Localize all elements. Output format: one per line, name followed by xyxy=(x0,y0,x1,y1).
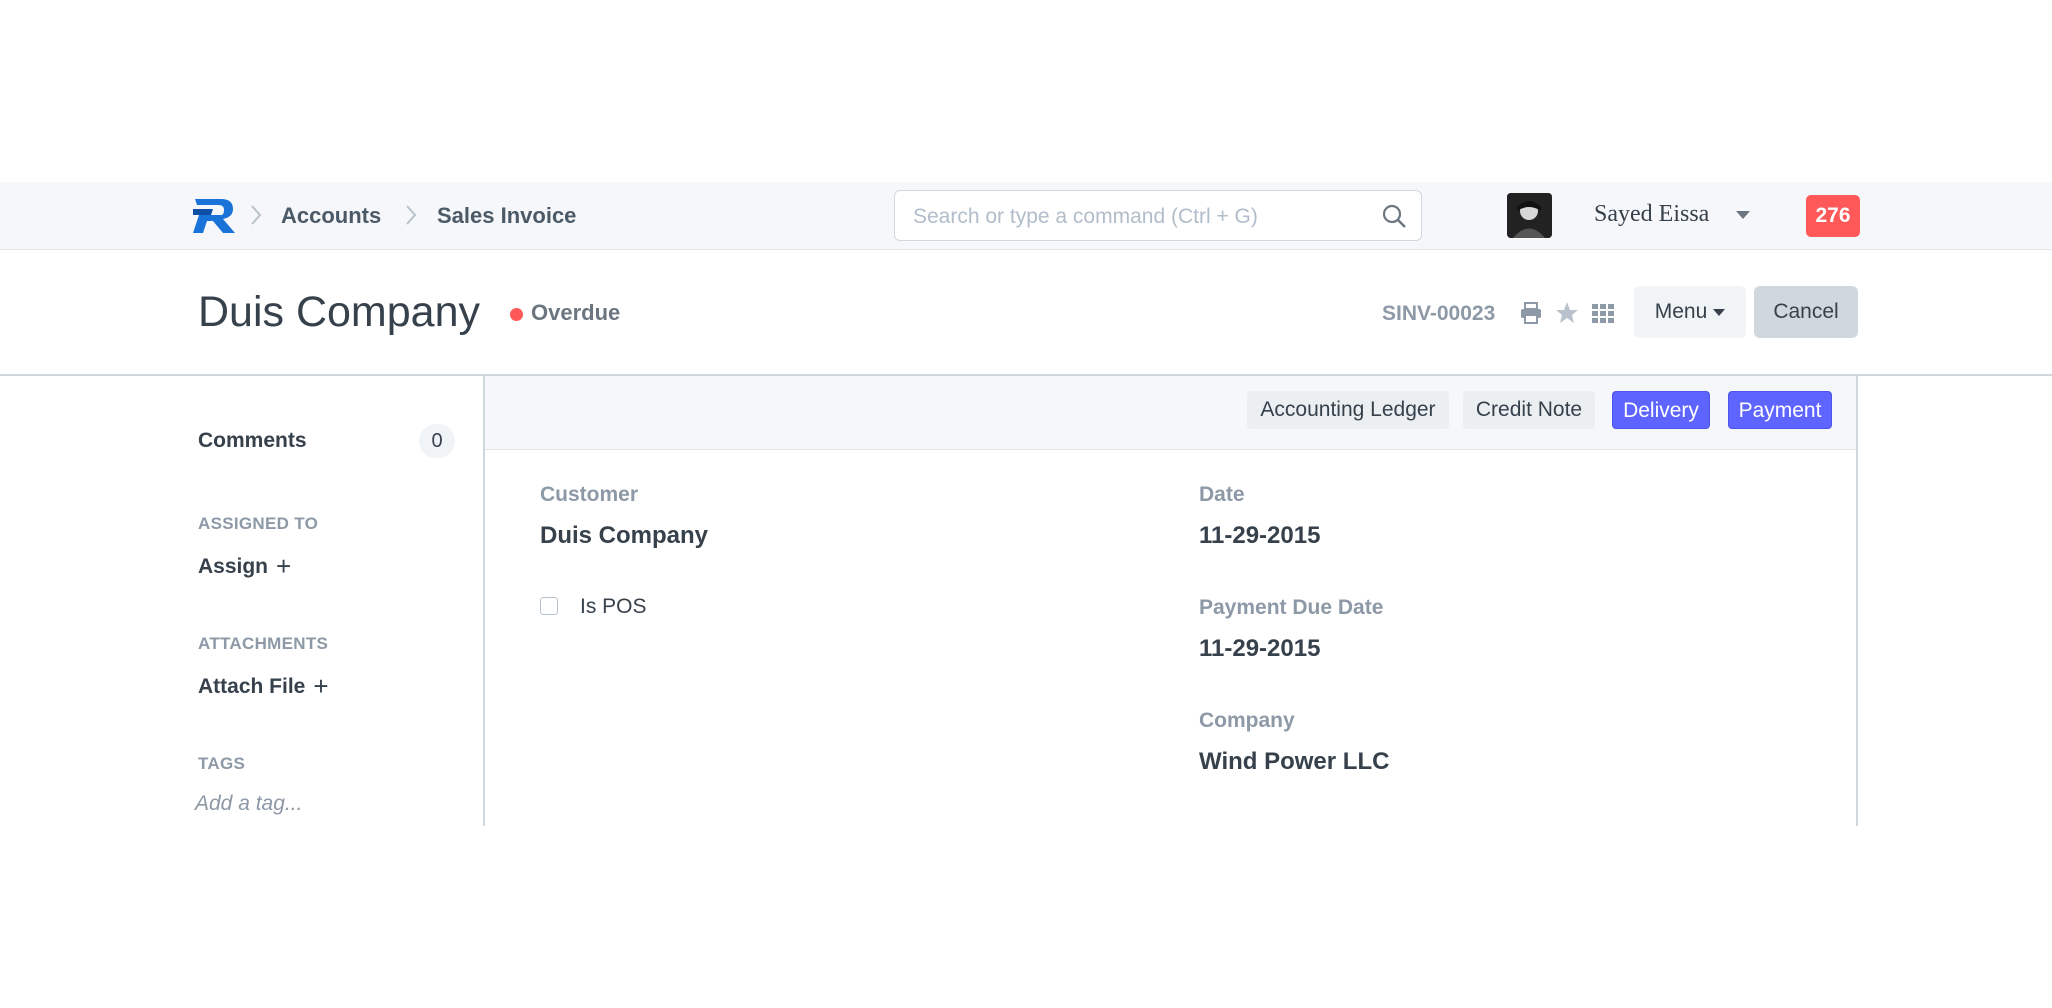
page-head: Duis Company Overdue SINV-00023 Menu Can… xyxy=(0,250,2052,376)
grid-icon[interactable] xyxy=(1590,300,1616,326)
document-name: SINV-00023 xyxy=(1382,302,1496,325)
status-indicator-icon xyxy=(510,308,523,321)
attach-file-link[interactable]: Attach File + xyxy=(198,671,329,702)
customer-label: Customer xyxy=(540,483,639,506)
user-name[interactable]: Sayed Eissa xyxy=(1594,201,1709,228)
payment-due-date-label: Payment Due Date xyxy=(1199,596,1384,619)
chevron-down-icon[interactable] xyxy=(1736,211,1750,219)
is-pos-label[interactable]: Is POS xyxy=(580,595,647,619)
comments-link[interactable]: Comments xyxy=(198,429,307,453)
chevron-right-icon xyxy=(406,205,417,225)
delivery-button[interactable]: Delivery xyxy=(1612,391,1710,429)
is-pos-checkbox[interactable] xyxy=(540,597,558,615)
breadcrumb-sales-invoice[interactable]: Sales Invoice xyxy=(437,202,576,230)
payment-button[interactable]: Payment xyxy=(1728,391,1832,429)
form-toolbar: Accounting Ledger Credit Note Delivery P… xyxy=(485,376,1856,450)
customer-value[interactable]: Duis Company xyxy=(540,522,708,550)
chevron-down-icon xyxy=(1713,308,1726,316)
search-icon[interactable] xyxy=(1381,203,1407,229)
menu-button-label: Menu xyxy=(1654,300,1708,323)
user-photo-icon xyxy=(1507,193,1552,238)
tags-heading: TAGS xyxy=(198,754,246,773)
company-value[interactable]: Wind Power LLC xyxy=(1199,748,1389,776)
company-label: Company xyxy=(1199,709,1295,732)
cancel-button[interactable]: Cancel xyxy=(1754,286,1858,338)
avatar[interactable] xyxy=(1507,193,1552,238)
navbar: Accounts Sales Invoice Sayed Eissa 276 xyxy=(0,182,2052,250)
form-main: Accounting Ledger Credit Note Delivery P… xyxy=(483,376,1858,826)
page-title: Duis Company xyxy=(198,288,480,336)
attach-file-label: Attach File xyxy=(198,675,306,698)
menu-button[interactable]: Menu xyxy=(1634,286,1746,338)
add-tag-input[interactable]: Add a tag... xyxy=(195,792,302,816)
accounting-ledger-button[interactable]: Accounting Ledger xyxy=(1247,391,1449,429)
form-sidebar: Comments 0 ASSIGNED TO Assign + ATTACHMEN… xyxy=(0,376,483,826)
plus-icon: + xyxy=(313,671,329,701)
notification-badge[interactable]: 276 xyxy=(1806,195,1860,237)
status-badge: Overdue xyxy=(531,300,621,325)
date-label: Date xyxy=(1199,483,1245,506)
print-icon[interactable] xyxy=(1518,300,1544,326)
payment-due-date-value[interactable]: 11-29-2015 xyxy=(1199,635,1320,663)
attachments-heading: ATTACHMENTS xyxy=(198,634,329,653)
comments-count-badge: 0 xyxy=(419,424,455,458)
credit-note-button[interactable]: Credit Note xyxy=(1463,391,1595,429)
chevron-right-icon xyxy=(251,205,262,225)
date-value[interactable]: 11-29-2015 xyxy=(1199,522,1320,550)
assign-link[interactable]: Assign + xyxy=(198,551,291,582)
plus-icon: + xyxy=(276,551,292,581)
assigned-to-heading: ASSIGNED TO xyxy=(198,514,319,533)
app-logo-icon[interactable] xyxy=(191,197,237,235)
assign-link-label: Assign xyxy=(198,555,269,578)
search-box xyxy=(894,190,1422,242)
star-icon[interactable] xyxy=(1554,300,1580,326)
breadcrumb-accounts[interactable]: Accounts xyxy=(281,202,381,230)
search-input[interactable] xyxy=(911,191,1365,242)
